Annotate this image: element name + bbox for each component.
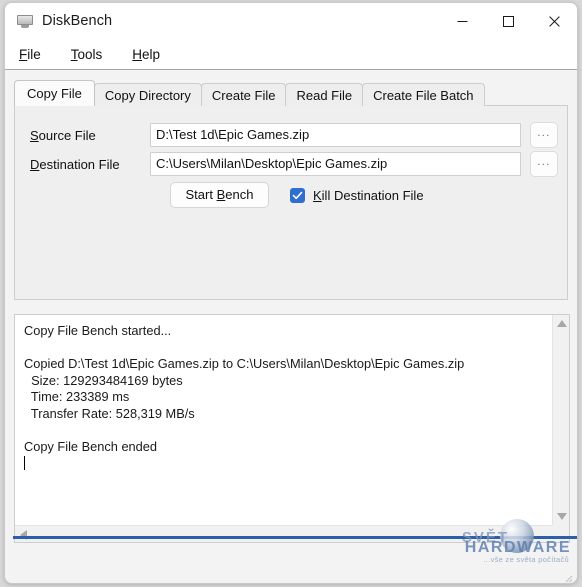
menu-item-file[interactable]: File xyxy=(19,47,41,62)
tab-copy-file[interactable]: Copy File xyxy=(14,80,95,106)
start-bench-label-pre: Start xyxy=(185,187,217,202)
kill-destination-mnemonic: K xyxy=(313,187,322,203)
resize-grip[interactable] xyxy=(563,570,573,583)
close-button[interactable] xyxy=(531,3,577,39)
scroll-down-arrow-icon[interactable] xyxy=(557,513,567,520)
actions-row: Start Bench Kill Destination File xyxy=(170,182,424,208)
destination-file-label-rest: estination File xyxy=(39,156,120,172)
source-file-label-rest: ource File xyxy=(38,127,96,143)
scroll-left-arrow-icon[interactable] xyxy=(20,530,27,540)
kill-destination-label-rest: ill Destination File xyxy=(321,187,424,203)
log-horizontal-scrollbar[interactable] xyxy=(15,525,552,542)
menu-item-help[interactable]: Help xyxy=(132,47,160,62)
maximize-icon xyxy=(502,15,514,27)
window-controls xyxy=(439,3,577,39)
source-file-mnemonic: S xyxy=(30,127,39,143)
resize-grip-icon xyxy=(565,575,573,583)
maximize-button[interactable] xyxy=(485,3,531,39)
close-icon xyxy=(548,15,560,27)
tab-create-file[interactable]: Create File xyxy=(200,83,287,106)
watermark-tagline: ...vše ze světa počítačů xyxy=(483,555,569,564)
menu-item-tools[interactable]: Tools xyxy=(71,47,103,62)
menu-help-mnemonic: H xyxy=(132,46,143,62)
disk-bench-app-icon xyxy=(17,13,33,29)
start-bench-mnemonic: B xyxy=(216,187,226,202)
kill-destination-label[interactable]: Kill Destination File xyxy=(313,188,424,203)
tab-create-file-batch[interactable]: Create File Batch xyxy=(362,83,485,106)
menu-tools-rest: ools xyxy=(77,46,103,62)
menu-bar: File Tools Help xyxy=(5,39,577,70)
tab-strip: Copy File Copy Directory Create File Rea… xyxy=(14,80,568,106)
tab-area: Copy File Copy Directory Create File Rea… xyxy=(14,80,568,300)
menu-tools-mnemonic: T xyxy=(70,46,78,62)
source-file-input[interactable]: D:\Test 1d\Epic Games.zip xyxy=(150,123,521,147)
source-file-label: Source File xyxy=(15,128,150,143)
kill-destination-checkbox[interactable] xyxy=(290,187,305,203)
checkmark-icon xyxy=(292,191,303,199)
source-file-row: Source File D:\Test 1d\Epic Games.zip ..… xyxy=(15,122,567,148)
destination-browse-button[interactable]: ... xyxy=(530,151,558,177)
title-bar: DiskBench xyxy=(5,3,577,39)
start-bench-label-post: ench xyxy=(225,187,254,202)
copy-file-panel: Source File D:\Test 1d\Epic Games.zip ..… xyxy=(14,105,568,300)
scrollbar-corner xyxy=(552,525,569,542)
diskbench-window: DiskBench File Tools Help Copy File Copy… xyxy=(4,2,578,584)
destination-file-input[interactable]: C:\Users\Milan\Desktop\Epic Games.zip xyxy=(150,152,521,176)
scroll-up-arrow-icon[interactable] xyxy=(557,320,567,327)
menu-file-rest: ile xyxy=(27,46,41,62)
tab-read-file[interactable]: Read File xyxy=(285,83,364,106)
minimize-icon xyxy=(457,20,467,22)
log-output-body: Copy File Bench started... Copied D:\Tes… xyxy=(24,323,465,455)
menu-file-mnemonic: F xyxy=(19,46,28,62)
tab-copy-directory[interactable]: Copy Directory xyxy=(93,83,202,106)
window-title: DiskBench xyxy=(42,13,113,29)
source-browse-button[interactable]: ... xyxy=(530,122,558,148)
start-bench-button[interactable]: Start Bench xyxy=(170,182,269,208)
menu-help-rest: elp xyxy=(142,46,161,62)
log-vertical-scrollbar[interactable] xyxy=(552,315,569,525)
kill-destination-checkbox-group[interactable]: Kill Destination File xyxy=(290,187,424,203)
log-output-area: Copy File Bench started... Copied D:\Tes… xyxy=(14,314,570,543)
text-caret xyxy=(24,455,25,470)
destination-file-label: Destination File xyxy=(15,157,150,172)
log-output-text[interactable]: Copy File Bench started... Copied D:\Tes… xyxy=(15,315,552,525)
destination-file-mnemonic: D xyxy=(30,156,40,172)
minimize-button[interactable] xyxy=(439,3,485,39)
destination-file-row: Destination File C:\Users\Milan\Desktop\… xyxy=(15,151,567,177)
